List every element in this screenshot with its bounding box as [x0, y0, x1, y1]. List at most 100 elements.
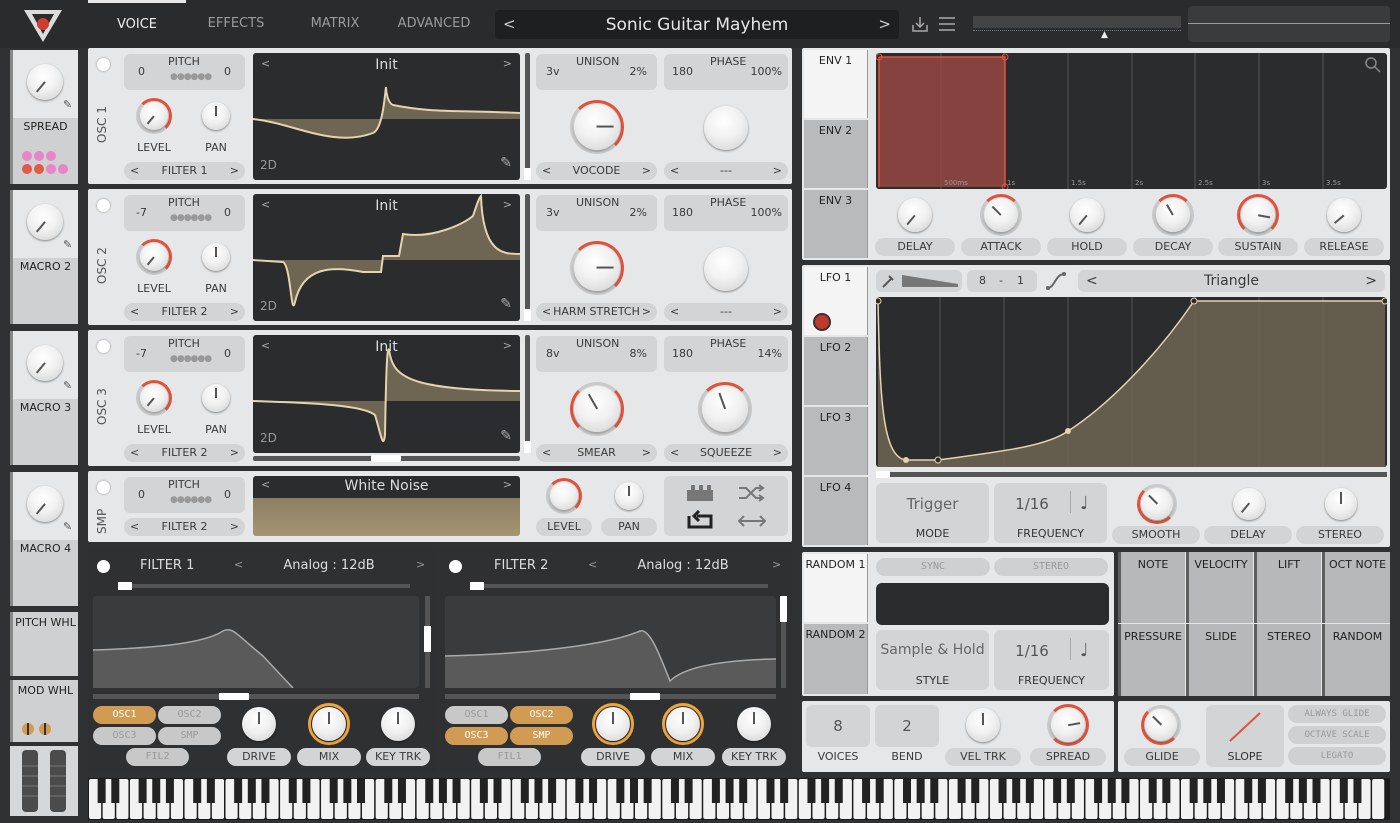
tab-env-2[interactable]: ENV 2 — [804, 120, 868, 188]
envelope-graph[interactable]: 500ms 1s 1.5s 2s 2.5s 3s 3.5s — [875, 53, 1387, 191]
black-key[interactable] — [193, 779, 202, 803]
lfo-delay-knob[interactable] — [1233, 488, 1265, 520]
zoom-icon[interactable] — [1365, 57, 1381, 76]
env-release-knob[interactable] — [1327, 198, 1361, 232]
lfo-1-record-icon[interactable] — [815, 315, 829, 329]
black-key[interactable] — [1339, 779, 1348, 803]
env-sustain-knob[interactable] — [1241, 198, 1275, 232]
black-key[interactable] — [1312, 779, 1321, 803]
keyboard[interactable] — [88, 778, 1390, 820]
black-key[interactable] — [479, 779, 488, 803]
macro-1-knob[interactable] — [27, 64, 63, 100]
black-key[interactable] — [1148, 779, 1157, 803]
osc-1-level-knob[interactable] — [140, 102, 168, 130]
osc-3-position-slider[interactable] — [524, 335, 531, 453]
edit-icon[interactable]: ✎ — [500, 296, 512, 312]
filter-1-keytrk-knob[interactable] — [381, 707, 415, 741]
save-icon[interactable] — [911, 15, 929, 33]
black-key[interactable] — [670, 779, 679, 803]
osc-1-pan-knob[interactable] — [202, 102, 230, 130]
sampler-pitch[interactable]: 0 PITCH ●●●●●● 0 — [124, 477, 245, 513]
black-key[interactable] — [493, 779, 502, 803]
osc-2-level-knob[interactable] — [140, 243, 168, 271]
edit-icon[interactable]: ✎ — [500, 428, 512, 444]
osc-3-filter-select[interactable]: < FILTER 2 > — [124, 444, 245, 462]
filter-blend-slider[interactable] — [118, 582, 410, 590]
lfo-phase-scrollbar[interactable] — [876, 471, 1387, 478]
tab-env-3[interactable]: ENV 3 — [804, 190, 868, 258]
filter-2-route-fil1[interactable]: FIL1 — [478, 748, 541, 766]
filter-resonance-slider[interactable] — [780, 596, 787, 688]
black-key[interactable] — [957, 779, 966, 803]
lfo-frequency-box[interactable]: 1/16 ♩ FREQUENCY — [994, 483, 1107, 543]
tab-random-2[interactable]: RANDOM 2 — [804, 624, 868, 694]
tab-effects[interactable]: EFFECTS — [187, 0, 285, 48]
osc-2-filter-select[interactable]: < FILTER 2 > — [124, 303, 245, 321]
black-key[interactable] — [234, 779, 243, 803]
edit-icon[interactable]: ✎ — [63, 98, 72, 111]
osc-3-squeeze-knob[interactable] — [702, 386, 748, 432]
black-key[interactable] — [357, 779, 365, 803]
black-key[interactable] — [1298, 779, 1307, 803]
random-sync-toggle[interactable]: SYNC — [876, 558, 990, 576]
env-attack-knob[interactable] — [984, 198, 1018, 232]
black-key[interactable] — [766, 779, 775, 803]
filter-2-route-smp[interactable]: SMP — [510, 727, 573, 745]
black-key[interactable] — [384, 779, 393, 803]
filter-1-power[interactable] — [97, 560, 110, 573]
loop-icon[interactable] — [686, 509, 714, 530]
filter-1-model[interactable]: Analog : 12dB — [244, 558, 414, 573]
osc-3-warp2-select[interactable]: < SQUEEZE > — [664, 444, 788, 462]
tab-random-1[interactable]: RANDOM 1 — [804, 554, 868, 622]
osc-2-warp-select[interactable]: < HARM STRETCH > — [536, 303, 657, 321]
black-key[interactable] — [821, 779, 830, 803]
glide-knob[interactable] — [1145, 709, 1177, 741]
osc-3-pitch[interactable]: -7 PITCH ●●●●●● 0 — [124, 336, 245, 372]
lfo-curve-icon[interactable] — [1046, 272, 1066, 290]
black-key[interactable] — [725, 779, 734, 803]
black-key[interactable] — [998, 779, 1007, 803]
white-key[interactable] — [1372, 779, 1385, 819]
osc-3-power[interactable] — [97, 340, 110, 353]
black-key[interactable] — [288, 779, 297, 803]
black-key[interactable] — [1189, 779, 1198, 803]
black-key[interactable] — [138, 779, 147, 803]
mod-source-random[interactable]: RANDOM — [1322, 624, 1390, 696]
osc-3-phase[interactable]: 180 PHASE 14% — [664, 336, 788, 372]
osc-1-phase[interactable]: 180 PHASE 100% — [664, 54, 788, 90]
black-key[interactable] — [1285, 779, 1294, 803]
always-glide-toggle[interactable]: ALWAYS GLIDE — [1288, 705, 1386, 723]
menu-icon[interactable] — [938, 16, 956, 32]
filter-1-mix-knob[interactable] — [312, 707, 346, 741]
filter-2-route-osc2[interactable]: OSC2 — [510, 706, 573, 724]
tab-env-1[interactable]: ENV 1 — [804, 50, 868, 118]
octave-scale-toggle[interactable]: OCTAVE SCALE — [1288, 726, 1386, 744]
black-key[interactable] — [1203, 779, 1212, 803]
black-key[interactable] — [438, 779, 447, 803]
mod-source-pressure[interactable]: PRESSURE — [1118, 624, 1185, 696]
black-key[interactable] — [875, 779, 884, 803]
tab-advanced[interactable]: ADVANCED — [385, 0, 483, 48]
tab-lfo-2[interactable]: LFO 2 — [804, 337, 868, 405]
osc-3-wavetable[interactable]: Init < > 2D ✎ — [253, 335, 520, 453]
black-key[interactable] — [711, 779, 720, 803]
black-key[interactable] — [1053, 779, 1062, 803]
black-key[interactable] — [930, 779, 939, 803]
osc-1-warp2-select[interactable]: < --- > — [664, 162, 788, 180]
black-key[interactable] — [862, 779, 871, 803]
preset-next-button[interactable]: > — [878, 15, 891, 33]
black-key[interactable] — [684, 779, 693, 803]
osc-1-unison[interactable]: 3v UNISON 2% — [536, 54, 657, 90]
black-key[interactable] — [302, 779, 311, 803]
mod-source-stereo[interactable]: STEREO — [1254, 624, 1321, 696]
filter-response-graph[interactable] — [92, 596, 419, 689]
osc-2-phase[interactable]: 180 PHASE 100% — [664, 195, 788, 231]
black-key[interactable] — [97, 779, 106, 803]
osc-1-position-slider[interactable] — [524, 53, 531, 180]
filter-2-keytrk-knob[interactable] — [737, 707, 771, 741]
black-key[interactable] — [343, 779, 352, 803]
pitch-mod-wheels[interactable] — [10, 746, 78, 816]
black-key[interactable] — [1162, 779, 1171, 803]
macro-4-knob[interactable] — [27, 486, 63, 522]
osc-2-warp2-select[interactable]: < --- > — [664, 303, 788, 321]
